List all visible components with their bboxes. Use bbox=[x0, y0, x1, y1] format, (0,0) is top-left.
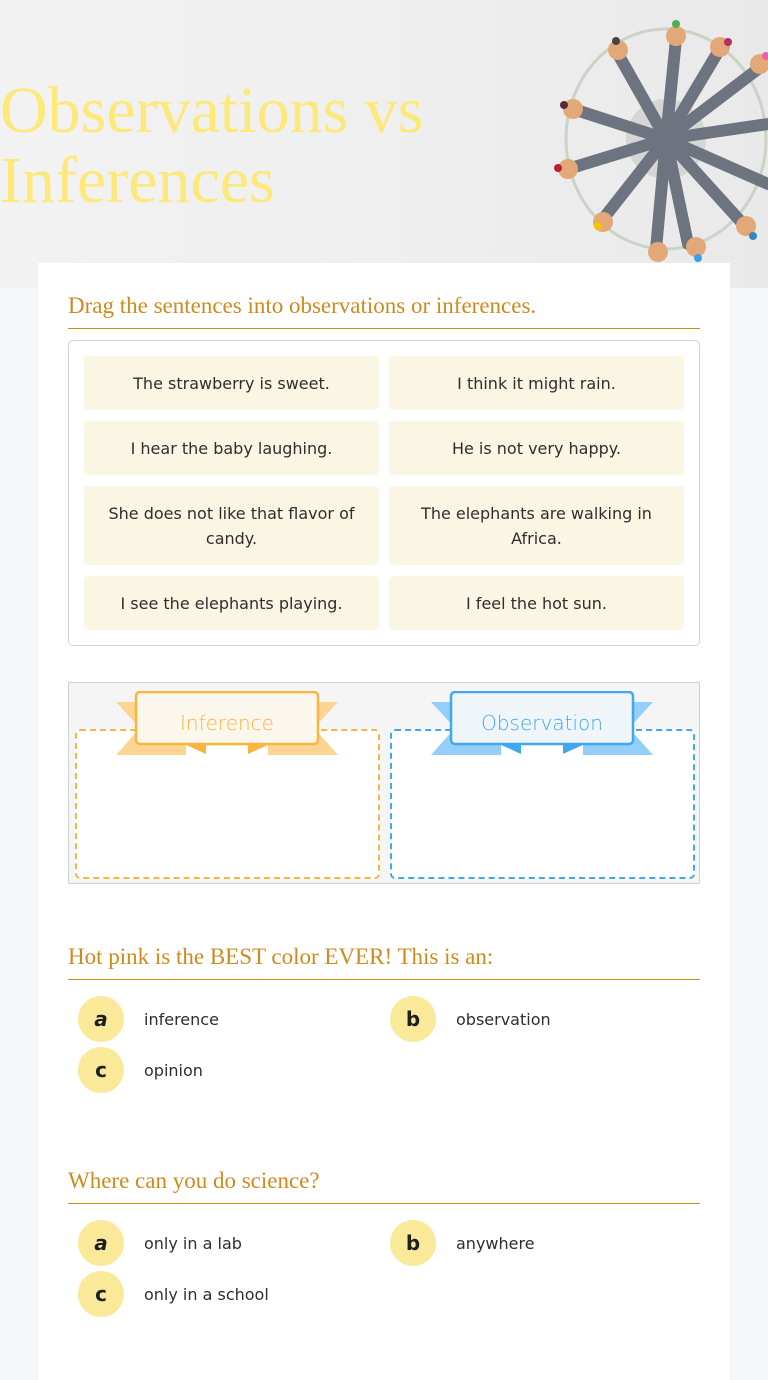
option-text: opinion bbox=[144, 1060, 203, 1080]
observation-label: Observation bbox=[481, 711, 603, 735]
draggable-sentence[interactable]: The strawberry is sweet. bbox=[84, 356, 379, 410]
option-a[interactable]: a inference bbox=[78, 996, 219, 1042]
option-letter-badge: c bbox=[78, 1271, 124, 1317]
draggable-sentence[interactable]: I feel the hot sun. bbox=[389, 576, 684, 630]
pencils-image bbox=[554, 20, 768, 262]
option-letter-badge: c bbox=[78, 1047, 124, 1093]
option-letter-badge: a bbox=[78, 996, 124, 1042]
draggable-sentence[interactable]: I hear the baby laughing. bbox=[84, 421, 379, 475]
header-banner: Observations vs Inferences bbox=[0, 0, 768, 288]
draggable-sentence[interactable]: The elephants are walking in Africa. bbox=[389, 486, 684, 565]
draggable-sentence[interactable]: I see the elephants playing. bbox=[84, 576, 379, 630]
question-1-options: a inference b observation c opinion bbox=[78, 996, 718, 1096]
draggable-sentence[interactable]: She does not like that flavor of candy. bbox=[84, 486, 379, 565]
option-c[interactable]: c only in a school bbox=[78, 1271, 269, 1317]
option-text: inference bbox=[144, 1009, 219, 1029]
draggable-sentence[interactable]: I think it might rain. bbox=[389, 356, 684, 410]
worksheet-card: Drag the sentences into observations or … bbox=[38, 263, 730, 1380]
drag-question-prompt: Drag the sentences into observations or … bbox=[68, 293, 700, 329]
inference-ribbon: Inference bbox=[116, 691, 338, 757]
option-b[interactable]: b anywhere bbox=[390, 1220, 535, 1266]
option-a[interactable]: a only in a lab bbox=[78, 1220, 242, 1266]
draggable-sentence[interactable]: He is not very happy. bbox=[389, 421, 684, 475]
option-letter-badge: a bbox=[78, 1220, 124, 1266]
option-text: anywhere bbox=[456, 1233, 535, 1253]
observation-ribbon: Observation bbox=[431, 691, 653, 757]
option-text: only in a lab bbox=[144, 1233, 242, 1253]
option-b[interactable]: b observation bbox=[390, 996, 551, 1042]
inference-label: Inference bbox=[180, 711, 274, 735]
question-2-options: a only in a lab b anywhere c only in a s… bbox=[78, 1220, 718, 1320]
option-text: only in a school bbox=[144, 1284, 269, 1304]
question-1-prompt: Hot pink is the BEST color EVER! This is… bbox=[68, 944, 700, 980]
option-letter-badge: b bbox=[390, 996, 436, 1042]
option-c[interactable]: c opinion bbox=[78, 1047, 203, 1093]
page-title: Observations vs Inferences bbox=[0, 76, 423, 216]
question-2-prompt: Where can you do science? bbox=[68, 1168, 700, 1204]
page-title-line1: Observations vs bbox=[0, 74, 424, 147]
drop-zones-container: Inference Observation bbox=[68, 682, 700, 884]
page-title-line2: Inferences bbox=[0, 144, 275, 217]
sentence-bank: The strawberry is sweet. I think it migh… bbox=[68, 340, 700, 646]
option-letter-badge: b bbox=[390, 1220, 436, 1266]
option-text: observation bbox=[456, 1009, 551, 1029]
